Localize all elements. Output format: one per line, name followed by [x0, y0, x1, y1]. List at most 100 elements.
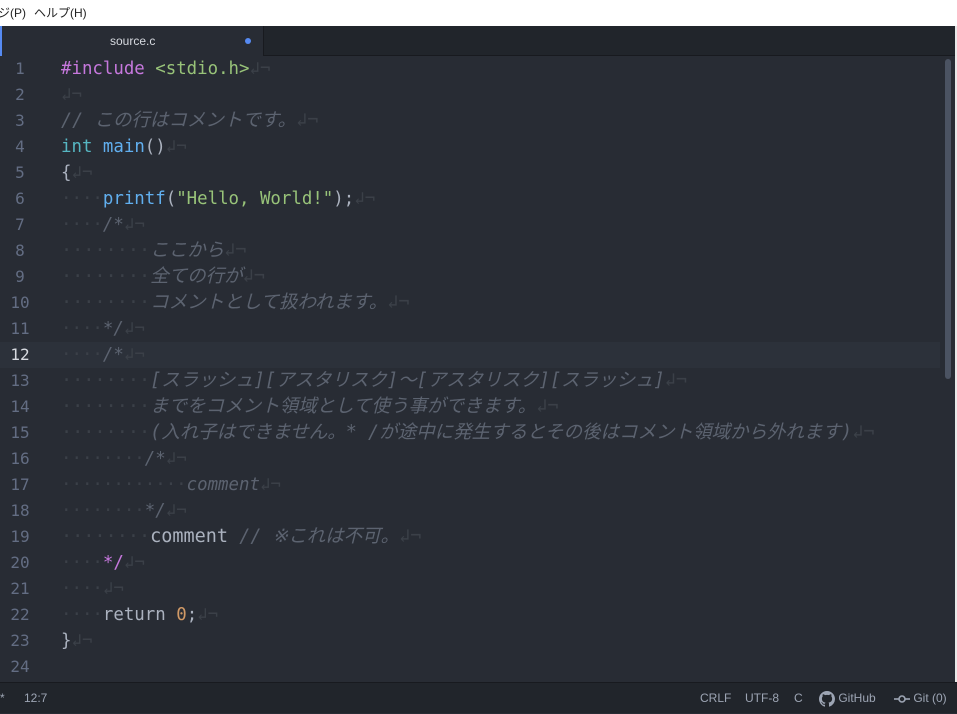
- line-number[interactable]: 3: [0, 108, 40, 134]
- code-line-18[interactable]: 18 ········*/↲¬: [0, 498, 940, 524]
- code-line-23[interactable]: 23}↲¬: [0, 628, 940, 654]
- code-text: ····↲¬: [61, 576, 124, 602]
- line-number[interactable]: 9: [0, 264, 40, 290]
- code-line-22[interactable]: 22 ····return 0;↲¬: [0, 602, 940, 628]
- menu-item-help[interactable]: ヘルプ(H): [34, 0, 87, 29]
- line-number[interactable]: 14: [0, 394, 40, 420]
- code-line-24[interactable]: 24: [0, 654, 940, 680]
- github-icon: [819, 690, 835, 707]
- code-line-4[interactable]: 4 int main()↲¬: [0, 134, 940, 160]
- line-number[interactable]: 17: [0, 472, 40, 498]
- code-line-7[interactable]: 7 ····/*↲¬: [0, 212, 940, 238]
- menu-bar: ジ(P) ヘルプ(H): [0, 0, 957, 26]
- code-token: <stdio.h>: [155, 59, 250, 79]
- git-button[interactable]: Git (0): [894, 683, 947, 714]
- code-line-3[interactable]: 3 // この行はコメントです。↲¬: [0, 108, 940, 134]
- line-number[interactable]: 6: [0, 186, 40, 212]
- line-number[interactable]: 10: [0, 290, 40, 316]
- code-line-2[interactable]: 2 ↲¬: [0, 82, 940, 108]
- code-text: ············comment↲¬: [61, 472, 281, 498]
- code-token: );: [333, 189, 355, 209]
- line-number[interactable]: 18: [0, 498, 40, 524]
- github-label: GitHub: [838, 691, 876, 705]
- invisible-char: ············: [61, 475, 187, 495]
- code-text: ····return 0;↲¬: [61, 602, 218, 628]
- vertical-scrollbar-thumb[interactable]: [945, 59, 951, 379]
- invisible-char: ↲¬: [123, 215, 145, 235]
- code-text: }↲¬: [61, 628, 92, 654]
- code-line-8[interactable]: 8 ········ここから↲¬: [0, 238, 940, 264]
- line-number[interactable]: 4: [0, 134, 40, 160]
- tab-source-c[interactable]: source.c: [0, 26, 264, 56]
- invisible-char: ↲¬: [387, 292, 410, 313]
- tab-bar: source.c: [0, 26, 955, 56]
- code-token: // ※これは不可。: [239, 526, 400, 547]
- code-text: #include <stdio.h>↲¬: [61, 56, 270, 82]
- line-number[interactable]: 8: [0, 238, 40, 264]
- menu-item-package[interactable]: ジ(P): [0, 0, 26, 29]
- line-number[interactable]: 11: [0, 316, 40, 342]
- code-line-14[interactable]: 14 ········までをコメント領域として使う事ができます。↲¬: [0, 394, 940, 420]
- code-editor[interactable]: 1 #include <stdio.h>↲¬ 2 ↲¬ 3// この行はコメントです。↲…: [0, 56, 955, 682]
- invisible-char: ········: [61, 266, 151, 287]
- line-number[interactable]: 12: [0, 342, 40, 368]
- line-number[interactable]: 21: [0, 576, 40, 602]
- code-token: {: [61, 163, 72, 183]
- code-line-13[interactable]: 13 ········[スラッシュ][アスタリスク]〜[アスタリスク][スラッシュ…: [0, 368, 940, 394]
- code-line-11[interactable]: 11 ····*/↲¬: [0, 316, 940, 342]
- code-line-17[interactable]: 17 ············comment↲¬: [0, 472, 940, 498]
- code-token: comment: [186, 475, 260, 495]
- code-token: // この行はコメントです。: [61, 110, 297, 131]
- code-line-10[interactable]: 10 ········コメントとして扱われます。↲¬: [0, 290, 940, 316]
- code-token: /*: [102, 215, 124, 235]
- grammar-selector[interactable]: C: [794, 683, 803, 714]
- code-line-12[interactable]: 12 ····/*↲¬: [0, 342, 940, 368]
- code-line-5[interactable]: 5 {↲¬: [0, 160, 940, 186]
- line-number[interactable]: 15: [0, 420, 40, 446]
- code-text: ········コメントとして扱われます。↲¬: [61, 290, 410, 316]
- line-number[interactable]: 23: [0, 628, 40, 654]
- line-number[interactable]: 7: [0, 212, 40, 238]
- invisible-char: ↲¬: [354, 189, 376, 209]
- code-line-19[interactable]: 19 ········comment // ※これは不可。↲¬: [0, 524, 940, 550]
- invisible-char: ····: [61, 345, 103, 365]
- code-line-9[interactable]: 9 ········全ての行が↲¬: [0, 264, 940, 290]
- encoding-selector[interactable]: UTF-8: [745, 683, 779, 714]
- cursor-position[interactable]: 12:7: [24, 683, 47, 714]
- code-text: ········/*↲¬: [61, 446, 187, 472]
- code-line-6[interactable]: 6 ····printf("Hello, World!");↲¬: [0, 186, 940, 212]
- line-number[interactable]: 24: [0, 654, 40, 680]
- line-ending-selector[interactable]: CRLF: [700, 683, 731, 714]
- line-number[interactable]: 1: [0, 56, 40, 82]
- code-token: */: [102, 319, 124, 339]
- code-line-16[interactable]: 16 ········/*↲¬: [0, 446, 940, 472]
- invisible-char: ········: [61, 449, 145, 469]
- code-line-1[interactable]: 1 #include <stdio.h>↲¬: [0, 56, 940, 82]
- code-token: 0: [176, 605, 187, 625]
- modified-indicator-icon[interactable]: [245, 38, 251, 44]
- invisible-char: ↲¬: [71, 631, 93, 651]
- code-line-15[interactable]: 15 ········(入れ子はできません。* /が途中に発生するとその後はコメン…: [0, 420, 940, 446]
- invisible-char: ↲¬: [123, 553, 145, 573]
- code-text: ········(入れ子はできません。* /が途中に発生するとその後はコメント領…: [61, 420, 874, 446]
- code-line-20[interactable]: 20 ····*/↲¬: [0, 550, 940, 576]
- code-token: }: [61, 631, 72, 651]
- line-number[interactable]: 16: [0, 446, 40, 472]
- line-number[interactable]: 19: [0, 524, 40, 550]
- code-token: (入れ子はできません。* /が途中に発生するとその後はコメント領域から外れます): [150, 422, 853, 443]
- invisible-char: ········: [61, 240, 151, 261]
- invisible-char: ········: [61, 370, 151, 391]
- line-number[interactable]: 13: [0, 368, 40, 394]
- code-token: /*: [144, 449, 166, 469]
- line-number[interactable]: 2: [0, 82, 40, 108]
- line-number[interactable]: 5: [0, 160, 40, 186]
- github-button[interactable]: GitHub: [819, 683, 876, 714]
- line-number[interactable]: 20: [0, 550, 40, 576]
- code-line-21[interactable]: 21 ····↲¬: [0, 576, 940, 602]
- git-commit-icon: [894, 695, 910, 703]
- invisible-char: ↲¬: [259, 475, 281, 495]
- line-number[interactable]: 22: [0, 602, 40, 628]
